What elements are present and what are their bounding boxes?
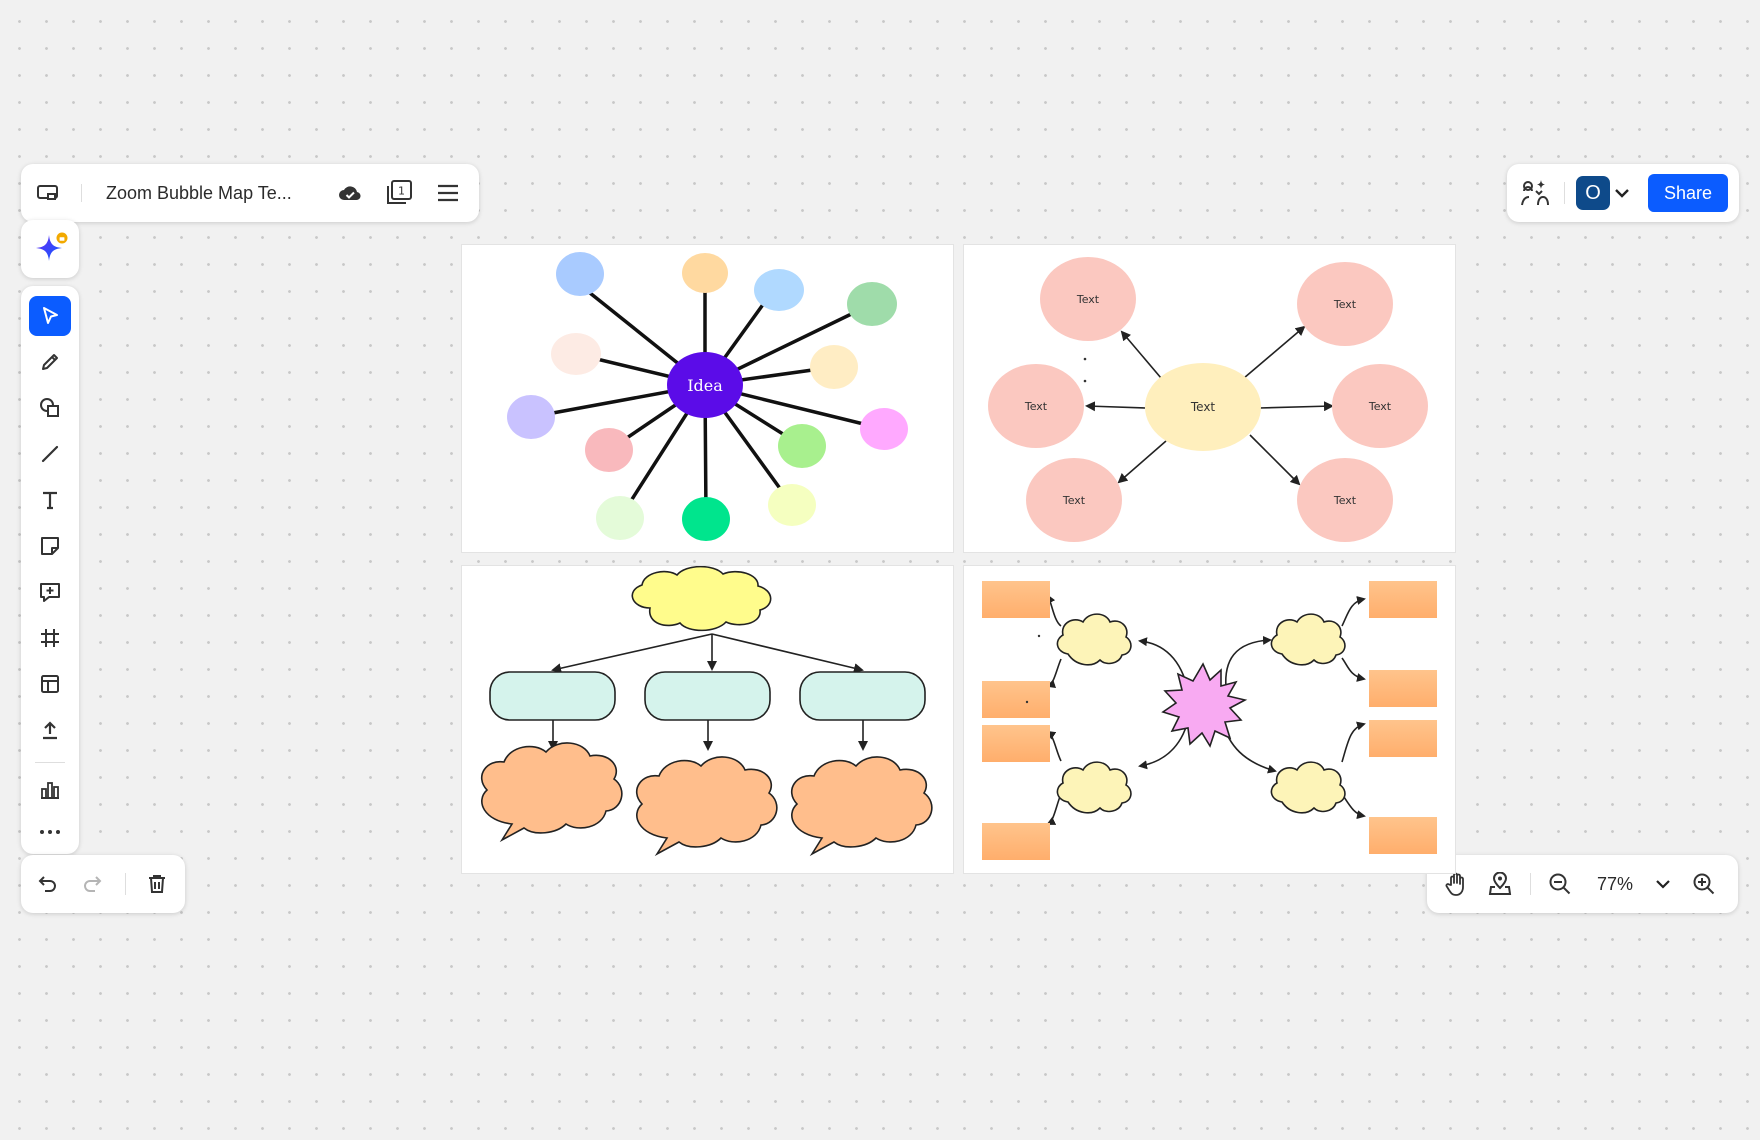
small-cloud[interactable] xyxy=(1270,761,1346,814)
bubble-node[interactable] xyxy=(682,497,730,541)
toolbar-divider xyxy=(35,762,65,763)
text-node-label: Text xyxy=(1333,494,1357,507)
cloud-flow-diagram xyxy=(480,566,933,857)
bubble-node[interactable] xyxy=(507,395,555,439)
text-node-label: Text xyxy=(1062,494,1086,507)
ai-sparkle-icon[interactable] xyxy=(30,229,70,269)
speech-cloud[interactable] xyxy=(635,756,778,857)
tool-palette xyxy=(21,286,79,854)
speech-cloud[interactable] xyxy=(790,756,933,857)
sticky-note[interactable] xyxy=(1369,817,1437,854)
board-menu-icon[interactable] xyxy=(33,178,63,208)
text-node-label: Text xyxy=(1333,298,1357,311)
bubble-node[interactable] xyxy=(556,252,604,296)
chevron-down-icon[interactable] xyxy=(1611,182,1633,204)
avatar[interactable]: O xyxy=(1576,176,1610,210)
flow-box[interactable] xyxy=(799,671,926,721)
svg-text:1: 1 xyxy=(398,185,405,198)
undo-icon[interactable] xyxy=(33,869,63,899)
bubble-node[interactable] xyxy=(810,345,858,389)
board-title[interactable]: Zoom Bubble Map Te... xyxy=(106,183,292,204)
text-bubble-diagram: Text Text Text Text Text Text Text xyxy=(988,257,1428,542)
shapes-icon[interactable] xyxy=(29,388,71,428)
small-cloud[interactable] xyxy=(1056,761,1132,814)
idea-label: Idea xyxy=(687,376,723,395)
sticky-note-icon[interactable] xyxy=(29,526,71,566)
zoom-out-icon[interactable] xyxy=(1545,869,1575,899)
frame-bubble-idea-map[interactable]: Idea xyxy=(462,245,953,552)
bubble-node[interactable] xyxy=(778,424,826,468)
starburst[interactable] xyxy=(1161,662,1248,748)
text-node-label: Text xyxy=(1368,400,1392,413)
text-center-label: Text xyxy=(1190,400,1216,414)
cloud-saved-icon[interactable] xyxy=(335,178,365,208)
bubble-node[interactable] xyxy=(551,333,601,375)
zoom-level[interactable]: 77% xyxy=(1585,874,1645,895)
upload-icon[interactable] xyxy=(29,710,71,750)
template-icon[interactable] xyxy=(29,664,71,704)
more-icon[interactable] xyxy=(29,816,71,848)
sticky-note[interactable] xyxy=(982,725,1050,762)
pen-icon[interactable] xyxy=(29,342,71,382)
flow-box[interactable] xyxy=(644,671,771,721)
chart-icon[interactable] xyxy=(29,770,71,810)
sticky-note[interactable] xyxy=(982,823,1050,860)
frame-icon[interactable] xyxy=(29,618,71,658)
small-cloud[interactable] xyxy=(1270,613,1346,666)
hamburger-icon[interactable] xyxy=(433,178,463,208)
share-panel: O Share xyxy=(1507,164,1739,222)
line-icon[interactable] xyxy=(29,434,71,474)
sticky-note[interactable] xyxy=(982,581,1050,618)
board-header-panel: Zoom Bubble Map Te... 1 xyxy=(21,164,479,222)
frame-cloud-flow[interactable] xyxy=(462,566,953,873)
bubble-node[interactable] xyxy=(585,428,633,472)
zoom-chevron-down-icon[interactable] xyxy=(1652,873,1674,895)
ai-people-icon[interactable] xyxy=(1519,177,1551,209)
trash-icon[interactable] xyxy=(142,869,172,899)
text-icon[interactable] xyxy=(29,480,71,520)
location-pin-icon[interactable] xyxy=(1485,869,1515,899)
share-button[interactable]: Share xyxy=(1648,174,1728,212)
top-cloud[interactable] xyxy=(631,566,772,632)
bubble-node[interactable] xyxy=(596,496,644,540)
cursor-icon[interactable] xyxy=(29,296,71,336)
history-panel xyxy=(21,855,185,913)
speech-cloud[interactable] xyxy=(480,742,623,843)
bubble-idea-diagram: Idea xyxy=(507,252,908,541)
ai-companion-panel xyxy=(21,220,79,278)
frame-text-bubble-map[interactable]: Text Text Text Text Text Text Text xyxy=(964,245,1455,552)
frame-starburst-map[interactable] xyxy=(964,566,1455,873)
redo-icon[interactable] xyxy=(77,869,107,899)
comment-icon[interactable] xyxy=(29,572,71,612)
starburst-diagram xyxy=(982,581,1437,860)
bubble-node[interactable] xyxy=(682,253,728,293)
sticky-note[interactable] xyxy=(1369,720,1437,757)
bubble-node[interactable] xyxy=(847,282,897,326)
bubble-node[interactable] xyxy=(768,484,816,526)
hand-icon[interactable] xyxy=(1441,869,1471,899)
sticky-note[interactable] xyxy=(1369,581,1437,618)
pages-icon[interactable]: 1 xyxy=(383,177,415,209)
zoom-panel: 77% xyxy=(1427,855,1738,913)
text-node-label: Text xyxy=(1076,293,1100,306)
zoom-in-icon[interactable] xyxy=(1689,869,1719,899)
bubble-node[interactable] xyxy=(860,408,908,450)
sticky-note[interactable] xyxy=(1369,670,1437,707)
sticky-note[interactable] xyxy=(982,681,1050,718)
flow-box[interactable] xyxy=(489,671,616,721)
bubble-node[interactable] xyxy=(754,269,804,311)
avatar-initial: O xyxy=(1585,181,1601,204)
text-node-label: Text xyxy=(1024,400,1048,413)
small-cloud[interactable] xyxy=(1056,613,1132,666)
